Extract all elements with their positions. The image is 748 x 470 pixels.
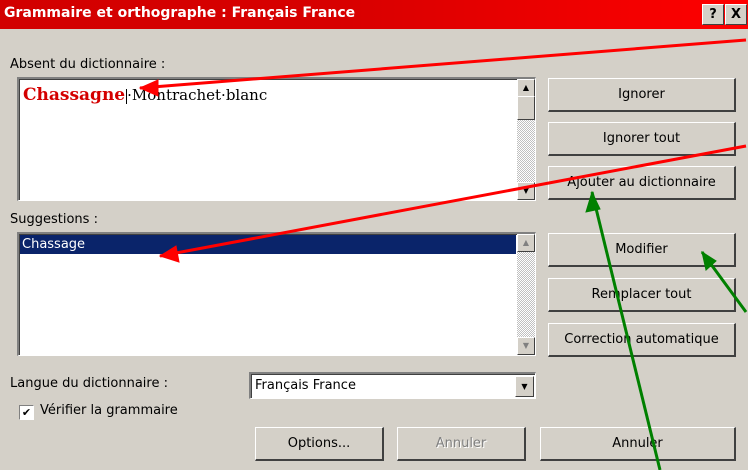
change-button[interactable]: Modifier (548, 233, 736, 267)
options-button[interactable]: Options... (255, 427, 384, 461)
suggestions-label: Suggestions : (10, 212, 98, 227)
scroll-down-icon[interactable]: ▼ (517, 182, 535, 200)
check-grammar-checkbox[interactable]: ✔ (19, 405, 34, 420)
sentence-text: Chassagne ·Montrachet·blanc (23, 85, 267, 105)
add-to-dictionary-button[interactable]: Ajouter au dictionnaire (548, 166, 736, 200)
window-title: Grammaire et orthographe : Français Fran… (4, 5, 356, 21)
change-all-button[interactable]: Remplacer tout (548, 278, 736, 312)
help-button[interactable]: ? (702, 4, 724, 25)
scroll-up-icon[interactable]: ▲ (517, 234, 535, 252)
suggestion-item[interactable]: Chassage (20, 235, 516, 254)
not-in-dictionary-label: Absent du dictionnaire : (10, 57, 166, 72)
cancel-button[interactable]: Annuler (540, 427, 736, 461)
scroll-thumb[interactable] (517, 96, 535, 120)
suggestions-scrollbar[interactable]: ▲ ▼ (517, 234, 535, 355)
suggestions-list[interactable]: Chassage ▲ ▼ (17, 232, 536, 356)
scroll-down-icon[interactable]: ▼ (517, 337, 535, 355)
dictionary-language-value: Français France (255, 378, 356, 393)
not-in-dictionary-textbox[interactable]: Chassagne ·Montrachet·blanc ▲ ▼ (17, 77, 536, 201)
title-bar: Grammaire et orthographe : Français Fran… (0, 0, 748, 29)
scroll-up-icon[interactable]: ▲ (517, 79, 535, 97)
ignore-button[interactable]: Ignorer (548, 78, 736, 112)
ignore-all-button[interactable]: Ignorer tout (548, 122, 736, 156)
undo-button: Annuler (397, 427, 526, 461)
not-in-dictionary-scrollbar[interactable]: ▲ ▼ (517, 79, 535, 200)
close-button[interactable]: X (725, 4, 747, 25)
misspelled-word: Chassagne (23, 85, 126, 105)
dictionary-language-label: Langue du dictionnaire : (10, 376, 168, 391)
autocorrect-button[interactable]: Correction automatique (548, 323, 736, 357)
sentence-rest: ·Montrachet·blanc (127, 86, 268, 104)
dictionary-language-select[interactable]: Français France ▼ (249, 372, 536, 399)
chevron-down-icon[interactable]: ▼ (515, 376, 534, 397)
check-grammar-label: Vérifier la grammaire (40, 403, 178, 418)
